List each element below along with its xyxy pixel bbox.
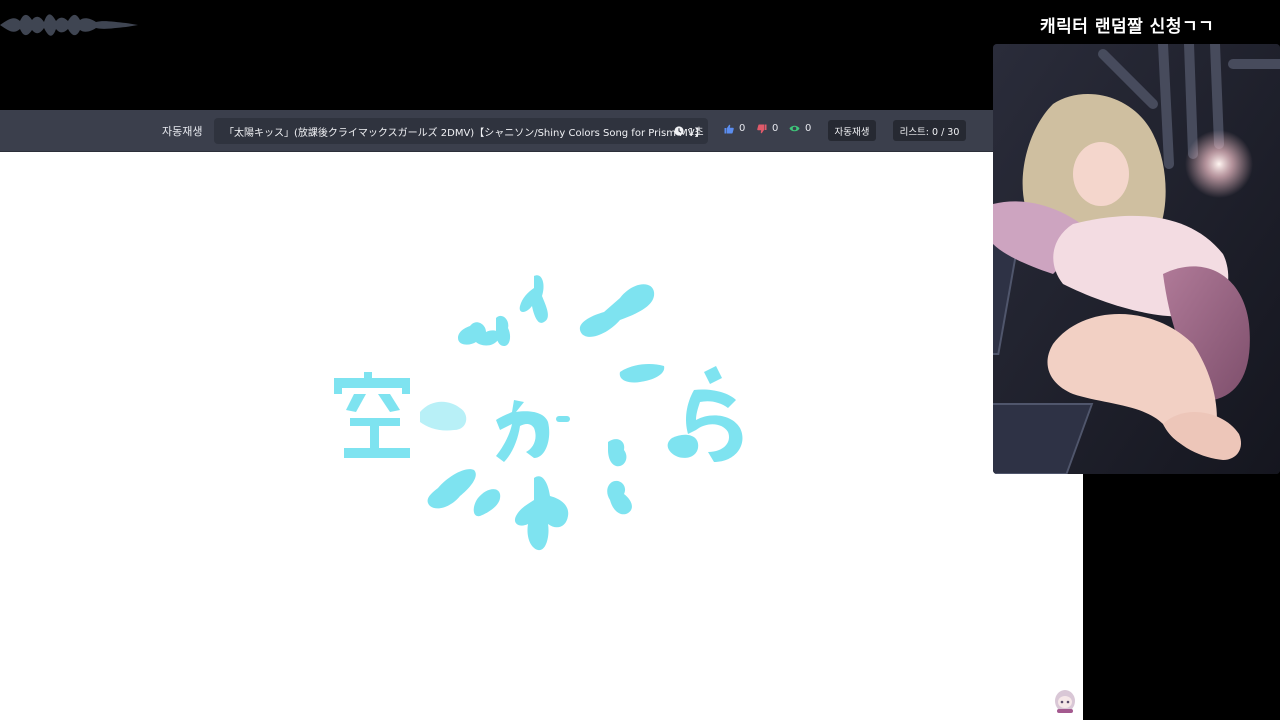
autoplay-label: 자동재생 <box>162 125 203 138</box>
duration-text: 1초 <box>688 127 704 138</box>
audio-waveform <box>0 14 138 36</box>
like-count: 0 <box>739 123 746 134</box>
autoplay-button[interactable]: 자동재생 <box>828 120 876 141</box>
mascot-icon <box>1055 690 1075 713</box>
duration: 1초 <box>674 123 704 138</box>
views-stat: 0 <box>789 123 811 134</box>
views-count: 0 <box>805 123 812 134</box>
dislike-stat[interactable]: 0 <box>757 123 778 134</box>
dislike-count: 0 <box>772 123 779 134</box>
now-playing-title[interactable]: 「太陽キッス」(放課後クライマックスガールズ 2DMV)【シャニソン/Shiny… <box>214 118 708 144</box>
player-bar: 자동재생 「太陽キッス」(放課後クライマックスガールズ 2DMV)【シャニソン/… <box>0 110 993 152</box>
thumbs-down-icon <box>757 124 767 133</box>
character-illustration <box>993 44 1280 474</box>
video-title-art <box>334 275 743 551</box>
request-title: 캐릭터 랜덤짤 신청ㄱㄱ <box>1040 17 1215 37</box>
stream-screen: 캐릭터 랜덤짤 신청ㄱㄱ 자동재생 「太陽キッス」(放課後クライマックスガールズ… <box>0 0 1280 720</box>
thumbs-up-icon <box>724 124 734 133</box>
eye-icon <box>789 125 800 132</box>
clock-icon <box>674 125 684 136</box>
now-playing-text: 「太陽キッス」(放課後クライマックスガールズ 2DMV)【シャニソン/Shiny… <box>224 127 705 139</box>
playlist-button[interactable]: 리스트: 0 / 30 <box>893 120 966 141</box>
like-stat[interactable]: 0 <box>724 123 745 134</box>
video-player[interactable] <box>0 152 1083 720</box>
